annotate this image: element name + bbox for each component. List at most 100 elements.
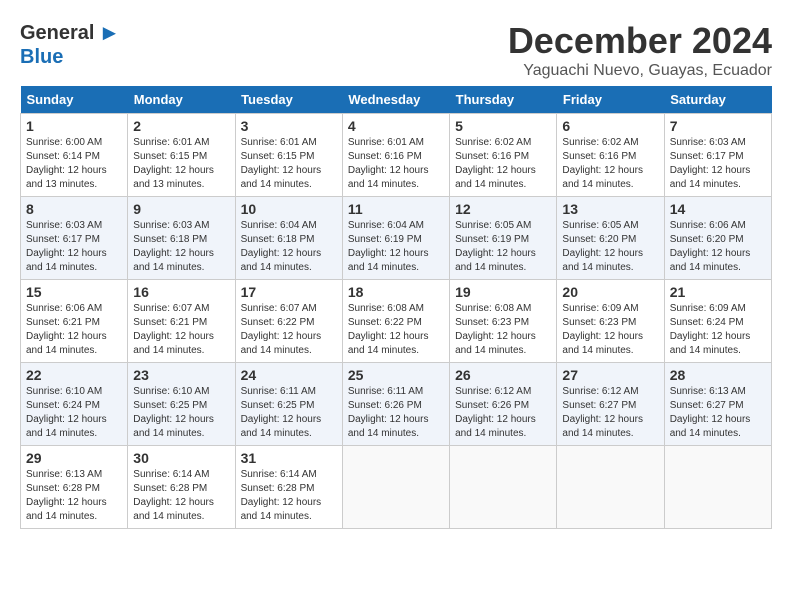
day-number: 11 xyxy=(348,201,444,217)
calendar-week-2: 8 Sunrise: 6:03 AMSunset: 6:17 PMDaylight… xyxy=(21,197,772,280)
table-row: 29 Sunrise: 6:13 AMSunset: 6:28 PMDayligh… xyxy=(21,446,128,529)
calendar-week-1: 1Sunrise: 6:00 AMSunset: 6:14 PMDaylight… xyxy=(21,114,772,197)
day-number: 4 xyxy=(348,118,444,134)
table-row xyxy=(450,446,557,529)
table-row: 8 Sunrise: 6:03 AMSunset: 6:17 PMDaylight… xyxy=(21,197,128,280)
day-number: 12 xyxy=(455,201,551,217)
day-info: Sunrise: 6:01 AMSunset: 6:15 PMDaylight:… xyxy=(241,137,322,190)
day-info: Sunrise: 6:13 AMSunset: 6:28 PMDaylight:… xyxy=(26,469,107,522)
logo-blue-text: Blue xyxy=(20,46,63,69)
day-info: Sunrise: 6:05 AMSunset: 6:20 PMDaylight:… xyxy=(562,220,643,273)
table-row: 20 Sunrise: 6:09 AMSunset: 6:23 PMDayligh… xyxy=(557,280,664,363)
day-number: 19 xyxy=(455,284,551,300)
day-info: Sunrise: 6:11 AMSunset: 6:26 PMDaylight:… xyxy=(348,386,429,439)
day-number: 29 xyxy=(26,450,122,466)
table-row: 14 Sunrise: 6:06 AMSunset: 6:20 PMDayligh… xyxy=(664,197,771,280)
col-sunday: Sunday xyxy=(21,86,128,114)
table-row: 26 Sunrise: 6:12 AMSunset: 6:26 PMDayligh… xyxy=(450,363,557,446)
day-number: 28 xyxy=(670,367,766,383)
day-info: Sunrise: 6:14 AMSunset: 6:28 PMDaylight:… xyxy=(133,469,214,522)
col-saturday: Saturday xyxy=(664,86,771,114)
day-number: 5 xyxy=(455,118,551,134)
table-row xyxy=(557,446,664,529)
day-info: Sunrise: 6:13 AMSunset: 6:27 PMDaylight:… xyxy=(670,386,751,439)
table-row: 22 Sunrise: 6:10 AMSunset: 6:24 PMDayligh… xyxy=(21,363,128,446)
day-number: 26 xyxy=(455,367,551,383)
day-number: 15 xyxy=(26,284,122,300)
table-row: 10 Sunrise: 6:04 AMSunset: 6:18 PMDayligh… xyxy=(235,197,342,280)
table-row: 18Sunrise: 6:08 AMSunset: 6:22 PMDayligh… xyxy=(342,280,449,363)
day-info: Sunrise: 6:03 AMSunset: 6:17 PMDaylight:… xyxy=(670,137,751,190)
day-info: Sunrise: 6:08 AMSunset: 6:23 PMDaylight:… xyxy=(455,303,536,356)
day-number: 21 xyxy=(670,284,766,300)
col-thursday: Thursday xyxy=(450,86,557,114)
day-info: Sunrise: 6:01 AMSunset: 6:16 PMDaylight:… xyxy=(348,137,429,190)
col-monday: Monday xyxy=(128,86,235,114)
calendar-table: Sunday Monday Tuesday Wednesday Thursday… xyxy=(20,86,772,529)
day-number: 31 xyxy=(241,450,337,466)
day-info: Sunrise: 6:11 AMSunset: 6:25 PMDaylight:… xyxy=(241,386,322,439)
table-row: 3 Sunrise: 6:01 AMSunset: 6:15 PMDaylight… xyxy=(235,114,342,197)
logo: General ► Blue xyxy=(20,20,120,69)
table-row: 12Sunrise: 6:05 AMSunset: 6:19 PMDayligh… xyxy=(450,197,557,280)
logo-general-text: General xyxy=(20,22,94,45)
day-info: Sunrise: 6:04 AMSunset: 6:18 PMDaylight:… xyxy=(241,220,322,273)
table-row: 17 Sunrise: 6:07 AMSunset: 6:22 PMDayligh… xyxy=(235,280,342,363)
table-row: 7Sunrise: 6:03 AMSunset: 6:17 PMDaylight… xyxy=(664,114,771,197)
day-info: Sunrise: 6:10 AMSunset: 6:24 PMDaylight:… xyxy=(26,386,107,439)
day-number: 13 xyxy=(562,201,658,217)
col-friday: Friday xyxy=(557,86,664,114)
day-number: 24 xyxy=(241,367,337,383)
day-info: Sunrise: 6:14 AMSunset: 6:28 PMDaylight:… xyxy=(241,469,322,522)
table-row: 19 Sunrise: 6:08 AMSunset: 6:23 PMDayligh… xyxy=(450,280,557,363)
day-number: 23 xyxy=(133,367,229,383)
table-row xyxy=(664,446,771,529)
day-info: Sunrise: 6:09 AMSunset: 6:23 PMDaylight:… xyxy=(562,303,643,356)
col-wednesday: Wednesday xyxy=(342,86,449,114)
title-area: December 2024 Yaguachi Nuevo, Guayas, Ec… xyxy=(508,20,772,80)
table-row: 11 Sunrise: 6:04 AMSunset: 6:19 PMDayligh… xyxy=(342,197,449,280)
day-info: Sunrise: 6:10 AMSunset: 6:25 PMDaylight:… xyxy=(133,386,214,439)
day-number: 25 xyxy=(348,367,444,383)
table-row: 4 Sunrise: 6:01 AMSunset: 6:16 PMDaylight… xyxy=(342,114,449,197)
day-number: 14 xyxy=(670,201,766,217)
table-row: 25 Sunrise: 6:11 AMSunset: 6:26 PMDayligh… xyxy=(342,363,449,446)
page-header: General ► Blue December 2024 Yaguachi Nu… xyxy=(20,20,772,80)
day-info: Sunrise: 6:06 AMSunset: 6:20 PMDaylight:… xyxy=(670,220,751,273)
day-number: 10 xyxy=(241,201,337,217)
day-number: 9 xyxy=(133,201,229,217)
day-info: Sunrise: 6:12 AMSunset: 6:26 PMDaylight:… xyxy=(455,386,536,439)
calendar-title: December 2024 xyxy=(508,20,772,62)
table-row xyxy=(342,446,449,529)
table-row: 30 Sunrise: 6:14 AMSunset: 6:28 PMDayligh… xyxy=(128,446,235,529)
day-number: 17 xyxy=(241,284,337,300)
day-info: Sunrise: 6:04 AMSunset: 6:19 PMDaylight:… xyxy=(348,220,429,273)
calendar-subtitle: Yaguachi Nuevo, Guayas, Ecuador xyxy=(508,62,772,80)
day-number: 30 xyxy=(133,450,229,466)
table-row: 21 Sunrise: 6:09 AMSunset: 6:24 PMDayligh… xyxy=(664,280,771,363)
day-number: 22 xyxy=(26,367,122,383)
col-tuesday: Tuesday xyxy=(235,86,342,114)
day-number: 16 xyxy=(133,284,229,300)
table-row: 1Sunrise: 6:00 AMSunset: 6:14 PMDaylight… xyxy=(21,114,128,197)
day-info: Sunrise: 6:07 AMSunset: 6:22 PMDaylight:… xyxy=(241,303,322,356)
table-row: 27Sunrise: 6:12 AMSunset: 6:27 PMDayligh… xyxy=(557,363,664,446)
day-number: 20 xyxy=(562,284,658,300)
calendar-week-4: 22 Sunrise: 6:10 AMSunset: 6:24 PMDayligh… xyxy=(21,363,772,446)
day-info: Sunrise: 6:03 AMSunset: 6:18 PMDaylight:… xyxy=(133,220,214,273)
day-number: 6 xyxy=(562,118,658,134)
day-info: Sunrise: 6:12 AMSunset: 6:27 PMDaylight:… xyxy=(562,386,643,439)
day-info: Sunrise: 6:08 AMSunset: 6:22 PMDaylight:… xyxy=(348,303,429,356)
day-info: Sunrise: 6:02 AMSunset: 6:16 PMDaylight:… xyxy=(455,137,536,190)
day-info: Sunrise: 6:02 AMSunset: 6:16 PMDaylight:… xyxy=(562,137,643,190)
day-info: Sunrise: 6:01 AMSunset: 6:15 PMDaylight:… xyxy=(133,137,214,190)
table-row: 23 Sunrise: 6:10 AMSunset: 6:25 PMDayligh… xyxy=(128,363,235,446)
day-info: Sunrise: 6:03 AMSunset: 6:17 PMDaylight:… xyxy=(26,220,107,273)
calendar-header-row: Sunday Monday Tuesday Wednesday Thursday… xyxy=(21,86,772,114)
day-number: 8 xyxy=(26,201,122,217)
table-row: 9 Sunrise: 6:03 AMSunset: 6:18 PMDaylight… xyxy=(128,197,235,280)
day-number: 3 xyxy=(241,118,337,134)
day-info: Sunrise: 6:09 AMSunset: 6:24 PMDaylight:… xyxy=(670,303,751,356)
table-row: 6 Sunrise: 6:02 AMSunset: 6:16 PMDaylight… xyxy=(557,114,664,197)
day-info: Sunrise: 6:00 AMSunset: 6:14 PMDaylight:… xyxy=(26,137,107,190)
